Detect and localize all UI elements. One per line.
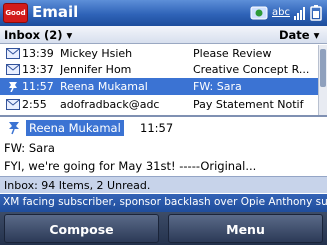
message-time: 13:39 xyxy=(22,47,54,60)
menu-button[interactable]: Menu xyxy=(168,214,323,243)
message-sender: Jennifer Hom xyxy=(60,63,132,76)
message-row[interactable]: 2:55 adofradback@adc Pay Statement Notif xyxy=(0,96,318,113)
message-subject: Please Review xyxy=(193,47,272,60)
message-time: 11:57 xyxy=(22,80,54,93)
message-list: 13:39 Mickey Hsieh Please Review 13:37 J… xyxy=(0,45,318,115)
message-time: 13:37 xyxy=(22,63,54,76)
preview-sender[interactable]: Reena Mukamal xyxy=(26,120,124,136)
preview-pane: Reena Mukamal 11:57 FW: Sara FYI, we're … xyxy=(0,115,327,176)
good-logo: Good xyxy=(3,3,28,23)
ticker-text: XM facing subscriber, sponsor backlash o… xyxy=(3,196,327,208)
message-row-selected[interactable]: 11:57 Reena Mukamal FW: Sara xyxy=(0,78,318,95)
sort-dropdown[interactable]: Date ▾ xyxy=(279,28,319,42)
message-subject: Creative Concept R... xyxy=(193,63,310,76)
compose-button[interactable]: Compose xyxy=(4,214,159,243)
message-row[interactable]: 13:37 Jennifer Hom Creative Concept R... xyxy=(0,61,318,78)
message-row[interactable]: 13:39 Mickey Hsieh Please Review xyxy=(0,45,318,62)
message-sender: Mickey Hsieh xyxy=(60,47,133,60)
softkey-bar: Compose Menu xyxy=(0,212,327,245)
message-subject: Pay Statement Notif xyxy=(193,98,304,111)
preview-body: FYI, we're going for May 31st! -----Orig… xyxy=(4,159,257,173)
scroll-thumb[interactable] xyxy=(320,49,326,87)
title-bar: Good Email abc xyxy=(0,0,327,26)
folder-dropdown[interactable]: Inbox (2) ▾ xyxy=(4,28,72,42)
message-subject: FW: Sara xyxy=(193,80,242,93)
message-list-scrollbar[interactable] xyxy=(318,45,327,115)
signal-strength-icon xyxy=(294,7,305,20)
message-time: 2:55 xyxy=(22,98,47,111)
app-title: Email xyxy=(32,3,79,21)
pushpin-icon xyxy=(9,122,19,135)
envelope-icon xyxy=(6,48,20,59)
envelope-icon xyxy=(6,99,20,110)
envelope-icon xyxy=(6,64,20,75)
inbox-status: Inbox: 94 Items, 2 Unread. xyxy=(4,179,151,192)
battery-icon xyxy=(310,5,322,21)
message-sender: Reena Mukamal xyxy=(60,80,148,93)
pushpin-icon xyxy=(9,82,17,92)
input-mode-indicator[interactable]: abc xyxy=(272,7,294,23)
preview-subject: FW: Sara xyxy=(4,141,55,155)
news-ticker[interactable]: XM facing subscriber, sponsor backlash o… xyxy=(0,194,327,212)
list-header: Inbox (2) ▾ Date ▾ xyxy=(0,26,327,44)
preview-time: 11:57 xyxy=(140,121,174,135)
message-sender: adofradback@adc xyxy=(60,98,160,111)
connectivity-icon[interactable] xyxy=(250,5,268,21)
status-bar: Inbox: 94 Items, 2 Unread. xyxy=(0,176,327,193)
